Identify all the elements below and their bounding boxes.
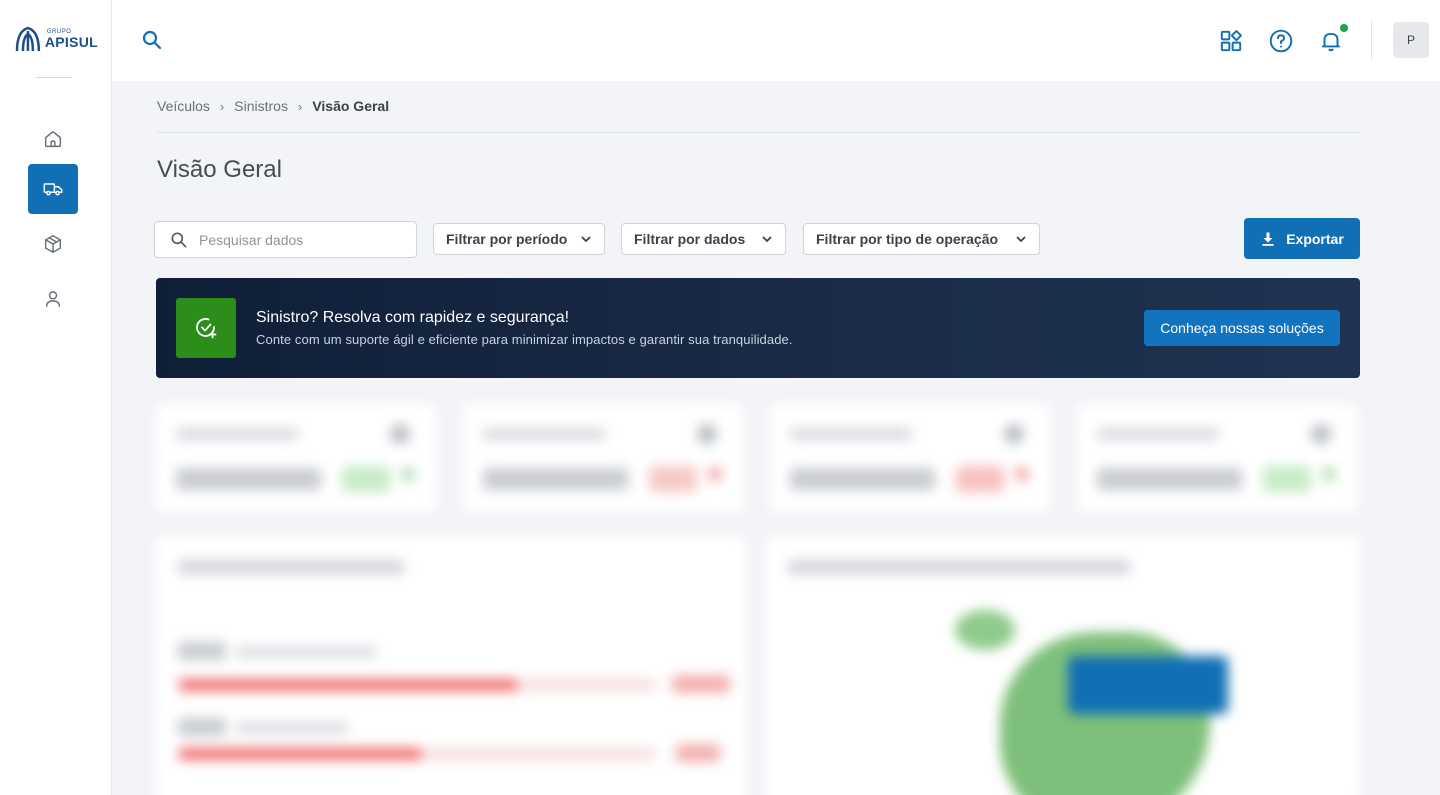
breadcrumb-item-claims[interactable]: Sinistros [234,98,288,114]
notification-dot [1340,24,1348,32]
topbar-separator [1371,20,1372,60]
bar-panel [156,536,746,795]
banner-icon-box [176,298,236,358]
kpi-card [1077,404,1357,512]
filter-period-dropdown[interactable]: Filtrar por período [433,223,605,255]
filter-period-label: Filtrar por período [446,231,568,247]
search-input[interactable] [199,231,399,248]
package-icon [44,235,62,253]
avatar[interactable]: P [1393,22,1429,58]
help-icon[interactable] [1268,28,1294,54]
chevron-down-icon [581,236,591,243]
promo-banner: Sinistro? Resolva com rapidez e seguranç… [156,278,1360,378]
search-icon [171,232,187,247]
truck-icon [43,183,63,196]
kpi-card [463,404,743,512]
breadcrumb-current: Visão Geral [312,98,390,114]
sidebar-item-vehicles[interactable] [28,164,78,214]
filter-operation-dropdown[interactable]: Filtrar por tipo de operação [803,223,1040,255]
search-icon[interactable] [140,28,164,52]
content-divider [157,132,1360,133]
breadcrumb-separator: › [219,98,225,114]
export-button[interactable]: Exportar [1244,218,1360,259]
map-panel [766,536,1360,795]
apps-icon[interactable] [1218,28,1244,54]
sidebar-item-home[interactable] [28,114,78,164]
search-box[interactable] [154,221,417,258]
kpi-card [156,404,436,512]
blurred-dashboard-content [0,0,1440,795]
breadcrumb: Veículos › Sinistros › Visão Geral [157,98,389,114]
page-title: Visão Geral [157,156,282,183]
sidebar-item-user[interactable] [28,274,78,324]
filter-operation-label: Filtrar por tipo de operação [816,231,999,247]
sidebar-divider [36,77,72,78]
sidebar-item-packages[interactable] [28,219,78,269]
filter-data-label: Filtrar por dados [634,231,746,247]
apisul-logo-icon [15,26,41,51]
kpi-card [770,404,1050,512]
chevron-down-icon [762,236,772,243]
banner-subtitle: Conte com um suporte ágil e eficiente pa… [256,332,793,347]
banner-cta-button[interactable]: Conheça nossas soluções [1144,310,1340,346]
filter-data-dropdown[interactable]: Filtrar por dados [621,223,786,255]
sidebar: GRUPO APISUL [0,0,112,795]
brand-wordmark: GRUPO APISUL [45,29,98,49]
check-plus-icon [196,318,217,339]
brand-logo[interactable]: GRUPO APISUL [14,24,98,54]
user-icon [45,291,61,307]
breadcrumb-separator: › [297,98,303,114]
brand-name: APISUL [44,34,98,50]
bell-icon[interactable] [1318,28,1344,54]
home-icon [44,130,62,148]
chevron-down-icon [1016,236,1026,243]
breadcrumb-item-vehicles[interactable]: Veículos [157,98,210,114]
banner-title: Sinistro? Resolva com rapidez e seguranç… [256,309,570,326]
top-bar: P [112,0,1440,81]
export-label: Exportar [1286,230,1344,247]
download-icon [1262,232,1274,246]
